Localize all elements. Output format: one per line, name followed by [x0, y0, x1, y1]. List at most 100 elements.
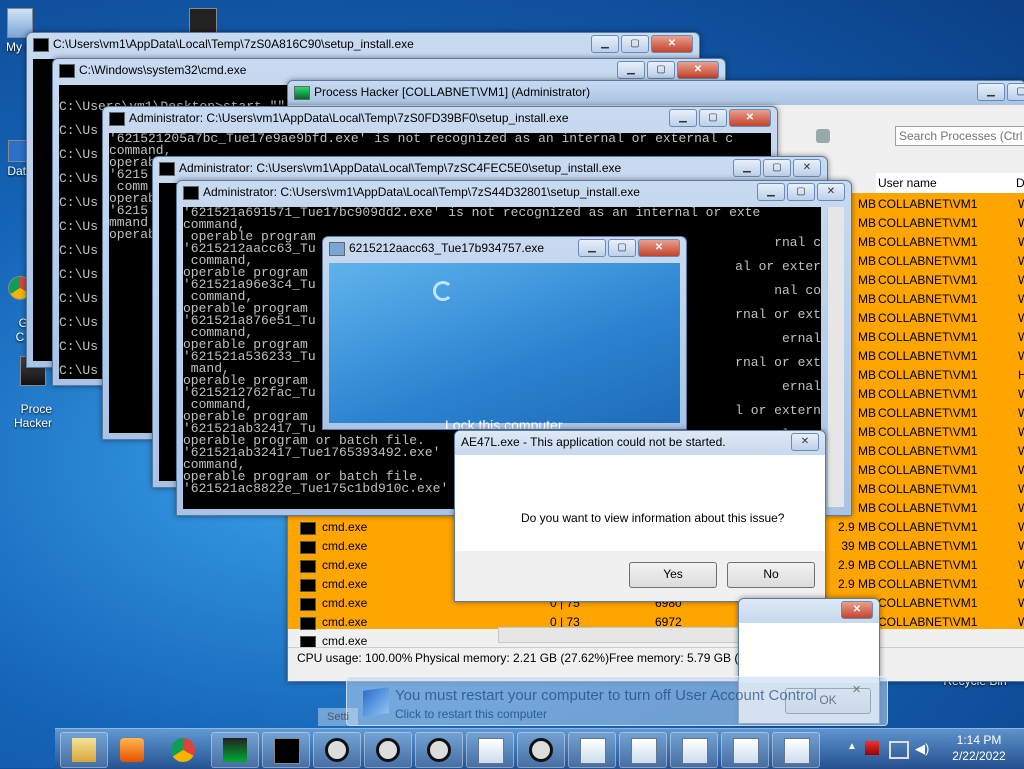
titlebar[interactable]: AE47L.exe - This application could not b…	[455, 431, 825, 455]
taskbar-media-player[interactable]	[108, 732, 156, 768]
console-icon	[183, 186, 199, 200]
username-cell: COLLABNET\VM1	[878, 463, 978, 477]
taskbar-app-8[interactable]	[670, 732, 718, 768]
d-cell: W	[1018, 613, 1024, 632]
chrome-icon	[171, 738, 195, 762]
minimize-button[interactable]: ▁	[733, 159, 761, 177]
taskbar-explorer[interactable]	[60, 732, 108, 768]
status-free-memory: Free memory: 5.79 GB (7	[609, 651, 746, 665]
username-cell: COLLABNET\VM1	[878, 235, 978, 249]
window-lock-exe[interactable]: 6215212aacc63_Tue17b934757.exe ▁ ▢ ✕ Lock …	[322, 236, 687, 430]
taskbar-app-10[interactable]	[772, 732, 820, 768]
console-icon	[300, 522, 316, 535]
process-name: cmd.exe	[322, 596, 368, 610]
maximize-button[interactable]: ▢	[699, 109, 727, 127]
taskbar-app-5[interactable]	[517, 732, 565, 768]
taskbar-app-4[interactable]	[466, 732, 514, 768]
close-button[interactable]: ✕	[638, 239, 680, 257]
power-icon	[376, 738, 400, 762]
clock-date[interactable]: 2/22/2022	[945, 749, 1013, 763]
taskbar-app-1[interactable]	[313, 732, 361, 768]
close-button[interactable]: ✕	[729, 109, 771, 127]
d-cell: W	[1018, 328, 1024, 347]
titlebar[interactable]: ✕	[739, 599, 879, 623]
console-icon	[300, 541, 316, 554]
username-cell: COLLABNET\VM1	[878, 311, 978, 325]
vertical-scrollbar[interactable]	[827, 207, 844, 507]
d-cell: W	[1018, 442, 1024, 461]
window-title: 6215212aacc63_Tue17b934757.exe	[349, 241, 545, 255]
search-processes-input[interactable]	[895, 126, 1024, 146]
console-icon	[274, 738, 300, 764]
maximize-button[interactable]: ▢	[621, 35, 649, 53]
maximize-button[interactable]: ▢	[1007, 83, 1024, 101]
taskbar-app-7[interactable]	[619, 732, 667, 768]
username-cell: COLLABNET\VM1	[878, 501, 978, 515]
d-cell: W	[1018, 347, 1024, 366]
taskbar-process-hacker[interactable]	[211, 732, 259, 768]
no-button[interactable]: No	[727, 562, 815, 588]
titlebar[interactable]: Administrator: C:\Users\vm1\AppData\Loca…	[177, 181, 851, 205]
column-header-username[interactable]: User name	[876, 173, 1018, 194]
close-button[interactable]: ✕	[651, 35, 693, 53]
action-center-flag-icon[interactable]	[865, 741, 879, 755]
console-icon	[300, 579, 316, 592]
memory-cell: 2.9 MB	[837, 520, 876, 534]
clock-time[interactable]: 1:14 PM	[949, 733, 1009, 747]
uac-notification-balloon[interactable]: You must restart your computer to turn o…	[346, 676, 888, 726]
minimize-button[interactable]: ▁	[591, 35, 619, 53]
maximize-button[interactable]: ▢	[787, 183, 815, 201]
minimize-button[interactable]: ▁	[617, 61, 645, 79]
yes-button[interactable]: Yes	[629, 562, 717, 588]
balloon-close-icon[interactable]: ✕	[852, 683, 861, 696]
titlebar[interactable]: Administrator: C:\Users\vm1\AppData\Loca…	[103, 107, 777, 131]
titlebar[interactable]: 6215212aacc63_Tue17b934757.exe ▁ ▢ ✕	[323, 237, 686, 261]
d-cell: W	[1018, 404, 1024, 423]
close-button[interactable]: ✕	[677, 61, 719, 79]
close-button[interactable]: ✕	[791, 433, 819, 451]
lock-this-computer-label[interactable]: Lock this computer	[445, 417, 563, 429]
username-cell: COLLABNET\VM1	[878, 482, 978, 496]
titlebar[interactable]: Administrator: C:\Users\vm1\AppData\Loca…	[153, 157, 827, 181]
maximize-button[interactable]: ▢	[763, 159, 791, 177]
titlebar[interactable]: C:\Users\vm1\AppData\Local\Temp\7zS0A816…	[27, 33, 699, 57]
username-cell: COLLABNET\VM1	[878, 539, 978, 553]
console-icon	[300, 617, 316, 630]
console-icon	[33, 38, 49, 52]
minimize-button[interactable]: ▁	[757, 183, 785, 201]
process-name: cmd.exe	[322, 520, 368, 534]
close-button[interactable]: ✕	[793, 159, 821, 177]
taskbar-app-3[interactable]	[415, 732, 463, 768]
show-hidden-icons-arrow-icon[interactable]: ▲	[847, 741, 857, 752]
process-name: cmd.exe	[322, 539, 368, 553]
uac-restart-link[interactable]: Click to restart this computer	[395, 707, 547, 721]
dialog-application-error[interactable]: AE47L.exe - This application could not b…	[454, 430, 826, 602]
maximize-button[interactable]: ▢	[608, 239, 636, 257]
d-cell: W	[1018, 214, 1024, 233]
username-cell: COLLABNET\VM1	[878, 273, 978, 287]
power-icon	[427, 738, 451, 762]
taskbar-app-6[interactable]	[568, 732, 616, 768]
column-header-d[interactable]: D	[1016, 173, 1024, 194]
close-button[interactable]: ✕	[817, 183, 845, 201]
volume-icon[interactable]: ◀)	[915, 741, 929, 757]
taskbar-app-9[interactable]	[721, 732, 769, 768]
minimize-button[interactable]: ▁	[669, 109, 697, 127]
taskbar-chrome[interactable]	[159, 732, 207, 768]
horizontal-scrollbar[interactable]	[498, 627, 740, 643]
username-cell: COLLABNET\VM1	[878, 615, 978, 629]
memory-cell: 2.9 MB	[837, 558, 876, 572]
titlebar[interactable]: Process Hacker [COLLABNET\VM1] (Administ…	[288, 81, 1024, 105]
uac-message: You must restart your computer to turn o…	[395, 687, 817, 704]
minimize-button[interactable]: ▁	[578, 239, 606, 257]
taskbar-cmd[interactable]	[262, 732, 310, 768]
close-button[interactable]: ✕	[841, 601, 873, 619]
dialog-body	[455, 455, 825, 551]
maximize-button[interactable]: ▢	[647, 61, 675, 79]
taskbar-app-2[interactable]	[364, 732, 412, 768]
minimize-button[interactable]: ▁	[977, 83, 1005, 101]
network-icon[interactable]	[889, 741, 909, 759]
username-cell: COLLABNET\VM1	[878, 596, 978, 610]
username-cell: COLLABNET\VM1	[878, 577, 978, 591]
window-title: Administrator: C:\Users\vm1\AppData\Loca…	[179, 161, 622, 175]
